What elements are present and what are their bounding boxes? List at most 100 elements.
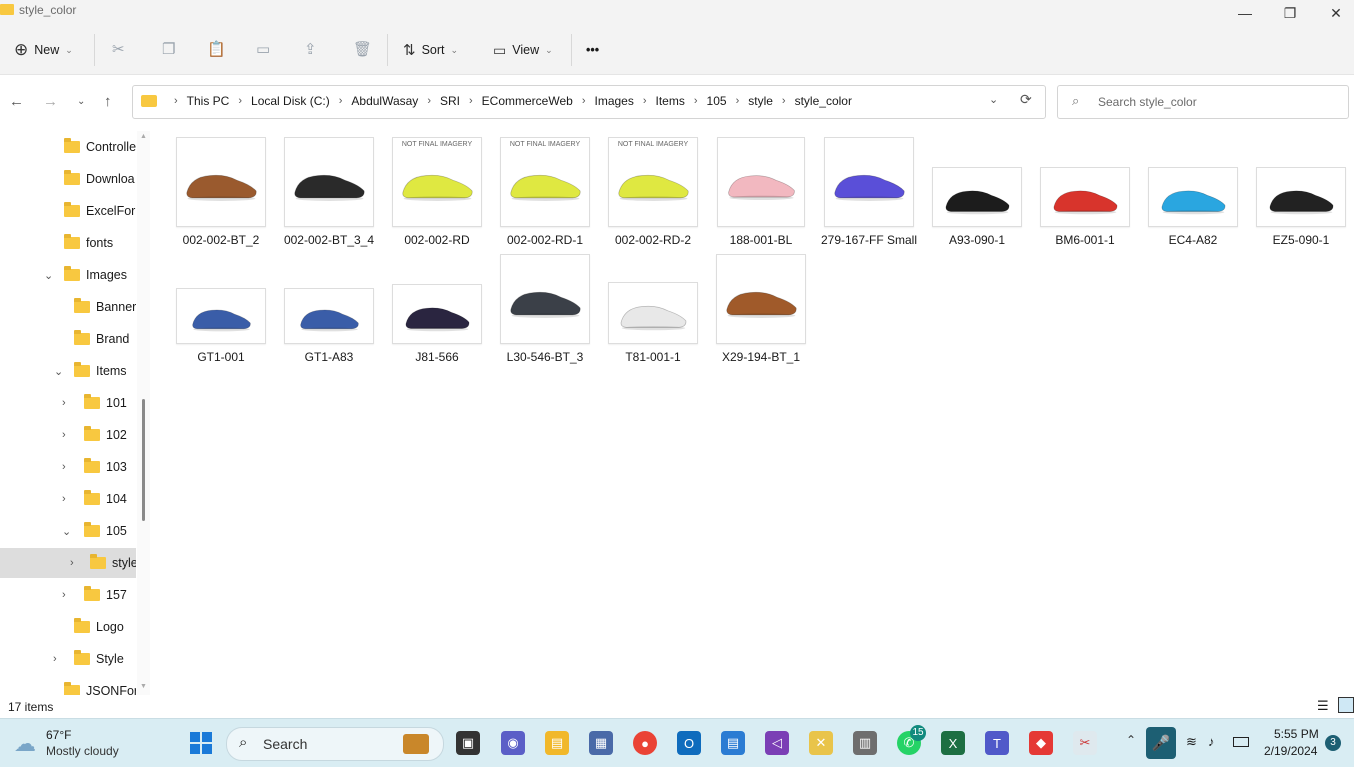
chevron-right-icon[interactable]: ›	[62, 493, 66, 505]
clock-time[interactable]: 5:55 PM	[1274, 727, 1319, 741]
teams-icon[interactable]: T	[985, 731, 1009, 755]
app-icon[interactable]: ▥	[853, 731, 877, 755]
recent-chevron-icon[interactable]: ⌄	[77, 96, 85, 107]
breadcrumb-item[interactable]: style	[748, 94, 773, 108]
sidebar-item[interactable]: › style	[0, 548, 136, 578]
restore-button[interactable]: ❐	[1267, 0, 1313, 26]
chevron-right-icon[interactable]: ›	[62, 429, 66, 441]
chevron-right-icon[interactable]: ›	[62, 589, 66, 601]
details-view-icon[interactable]: ☰	[1317, 698, 1329, 714]
sidebar-item[interactable]: ⌄ Images	[0, 260, 136, 290]
file-item[interactable]: GT1-001	[167, 256, 275, 364]
forward-arrow-icon[interactable]: →	[43, 93, 58, 110]
sidebar-item[interactable]: Brand	[0, 324, 136, 354]
chevron-right-icon[interactable]: ›	[70, 557, 74, 569]
chevron-down-icon[interactable]: ⌄	[54, 365, 63, 378]
breadcrumb-separator[interactable]: ›	[174, 95, 178, 107]
file-item[interactable]: 002-002-BT_3_4	[275, 137, 383, 247]
breadcrumb-separator[interactable]: ›	[694, 95, 698, 107]
breadcrumb-item[interactable]: ECommerceWeb	[482, 94, 573, 108]
breadcrumb-item[interactable]: Images	[594, 94, 633, 108]
minimize-button[interactable]: —	[1222, 0, 1268, 26]
file-item[interactable]: 279-167-FF Small	[815, 137, 923, 247]
scroll-up-icon[interactable]: ▲	[140, 133, 147, 140]
more-options-button[interactable]: •••	[586, 36, 599, 64]
copy-icon[interactable]: ❐	[162, 40, 175, 58]
sort-button[interactable]: ⇅ Sort ⌄	[403, 36, 458, 64]
breadcrumb-item[interactable]: This PC	[187, 94, 230, 108]
anydesk-icon[interactable]: ◆	[1029, 731, 1053, 755]
sidebar-item[interactable]: fonts	[0, 228, 136, 258]
breadcrumb-separator[interactable]: ›	[582, 95, 586, 107]
chevron-right-icon[interactable]: ›	[53, 653, 57, 665]
breadcrumb-separator[interactable]: ›	[736, 95, 740, 107]
file-item[interactable]: L30-546-BT_3	[491, 254, 599, 364]
file-item[interactable]: BM6-001-1	[1031, 139, 1139, 247]
file-item[interactable]: EC4-A82	[1139, 139, 1247, 247]
microphone-icon[interactable]: 🎤	[1146, 727, 1176, 759]
sidebar-item[interactable]: › 102	[0, 420, 136, 450]
breadcrumb-item[interactable]: style_color	[795, 94, 852, 108]
tiles-view-icon[interactable]	[1338, 697, 1354, 713]
file-item[interactable]: NOT FINAL IMAGERY 002-002-RD	[383, 137, 491, 247]
file-item[interactable]: X29-194-BT_1	[707, 254, 815, 364]
file-item[interactable]: GT1-A83	[275, 256, 383, 364]
chevron-right-icon[interactable]: ›	[62, 461, 66, 473]
clock-date[interactable]: 2/19/2024	[1264, 744, 1317, 758]
file-item[interactable]: 002-002-BT_2	[167, 137, 275, 247]
speaker-icon[interactable]: ♪	[1208, 734, 1215, 749]
sidebar-item[interactable]: Controlle	[0, 132, 136, 162]
file-item[interactable]: T81-001-1	[599, 256, 707, 364]
breadcrumb-separator[interactable]: ›	[643, 95, 647, 107]
sidebar-item[interactable]: JSONForr	[0, 676, 136, 695]
notification-badge[interactable]: 3	[1325, 735, 1341, 751]
file-item[interactable]: 188-001-BL	[707, 137, 815, 247]
breadcrumb-item[interactable]: Items	[656, 94, 685, 108]
wifi-icon[interactable]: ≋	[1186, 734, 1197, 750]
share-icon[interactable]: ⇪	[304, 40, 317, 58]
breadcrumb-separator[interactable]: ›	[339, 95, 343, 107]
start-icon[interactable]	[190, 732, 212, 754]
battery-icon[interactable]	[1233, 737, 1249, 747]
sidebar-item[interactable]: ExcelForr	[0, 196, 136, 226]
breadcrumb-item[interactable]: 105	[707, 94, 727, 108]
chevron-up-icon[interactable]: ⌃	[1126, 733, 1136, 747]
close-button[interactable]: ✕	[1313, 0, 1354, 26]
outlook-icon[interactable]: O	[677, 731, 701, 755]
delete-icon[interactable]: 🗑	[353, 40, 372, 58]
excel-icon[interactable]: X	[941, 731, 965, 755]
search-box[interactable]: ⌕ Search style_color	[1057, 85, 1349, 119]
notepad-icon[interactable]: ▤	[721, 731, 745, 755]
view-button[interactable]: ▭ View ⌄	[493, 36, 553, 64]
paste-icon[interactable]: 📋	[207, 40, 226, 58]
sidebar-item[interactable]: › 101	[0, 388, 136, 418]
chevron-down-icon[interactable]: ⌄	[44, 269, 53, 282]
chrome-icon[interactable]: ●	[633, 731, 657, 755]
sidebar-item[interactable]: › 103	[0, 452, 136, 482]
chevron-down-icon[interactable]: ⌄	[989, 93, 998, 106]
chevron-right-icon[interactable]: ›	[62, 397, 66, 409]
cut-icon[interactable]: ✂	[112, 40, 125, 58]
refresh-icon[interactable]: ⟳	[1020, 91, 1032, 108]
file-item[interactable]: J81-566	[383, 256, 491, 364]
tools-icon[interactable]: ✕	[809, 731, 833, 755]
sidebar-item[interactable]: › 157	[0, 580, 136, 610]
snipping-tool-icon[interactable]: ✂	[1073, 731, 1097, 755]
up-arrow-icon[interactable]: ↑	[104, 93, 112, 110]
back-arrow-icon[interactable]: ←	[9, 93, 24, 110]
breadcrumb-separator[interactable]: ›	[782, 95, 786, 107]
file-item[interactable]: A93-090-1	[923, 139, 1031, 247]
rename-icon[interactable]: ▭	[256, 40, 270, 58]
file-item[interactable]: NOT FINAL IMAGERY 002-002-RD-1	[491, 137, 599, 247]
breadcrumb-separator[interactable]: ›	[469, 95, 473, 107]
sidebar-item[interactable]: › Style	[0, 644, 136, 674]
task-view-icon[interactable]: ▣	[456, 731, 480, 755]
breadcrumb-item[interactable]: AbdulWasay	[351, 94, 418, 108]
breadcrumb-item[interactable]: SRI	[440, 94, 460, 108]
breadcrumb-item[interactable]: Local Disk (C:)	[251, 94, 330, 108]
sidebar-item[interactable]: ⌄ Items	[0, 356, 136, 386]
sidebar-item[interactable]: ⌄ 105	[0, 516, 136, 546]
breadcrumb-separator[interactable]: ›	[427, 95, 431, 107]
weather-temp[interactable]: 67°F	[46, 728, 71, 742]
scrollbar-thumb[interactable]	[142, 399, 145, 521]
